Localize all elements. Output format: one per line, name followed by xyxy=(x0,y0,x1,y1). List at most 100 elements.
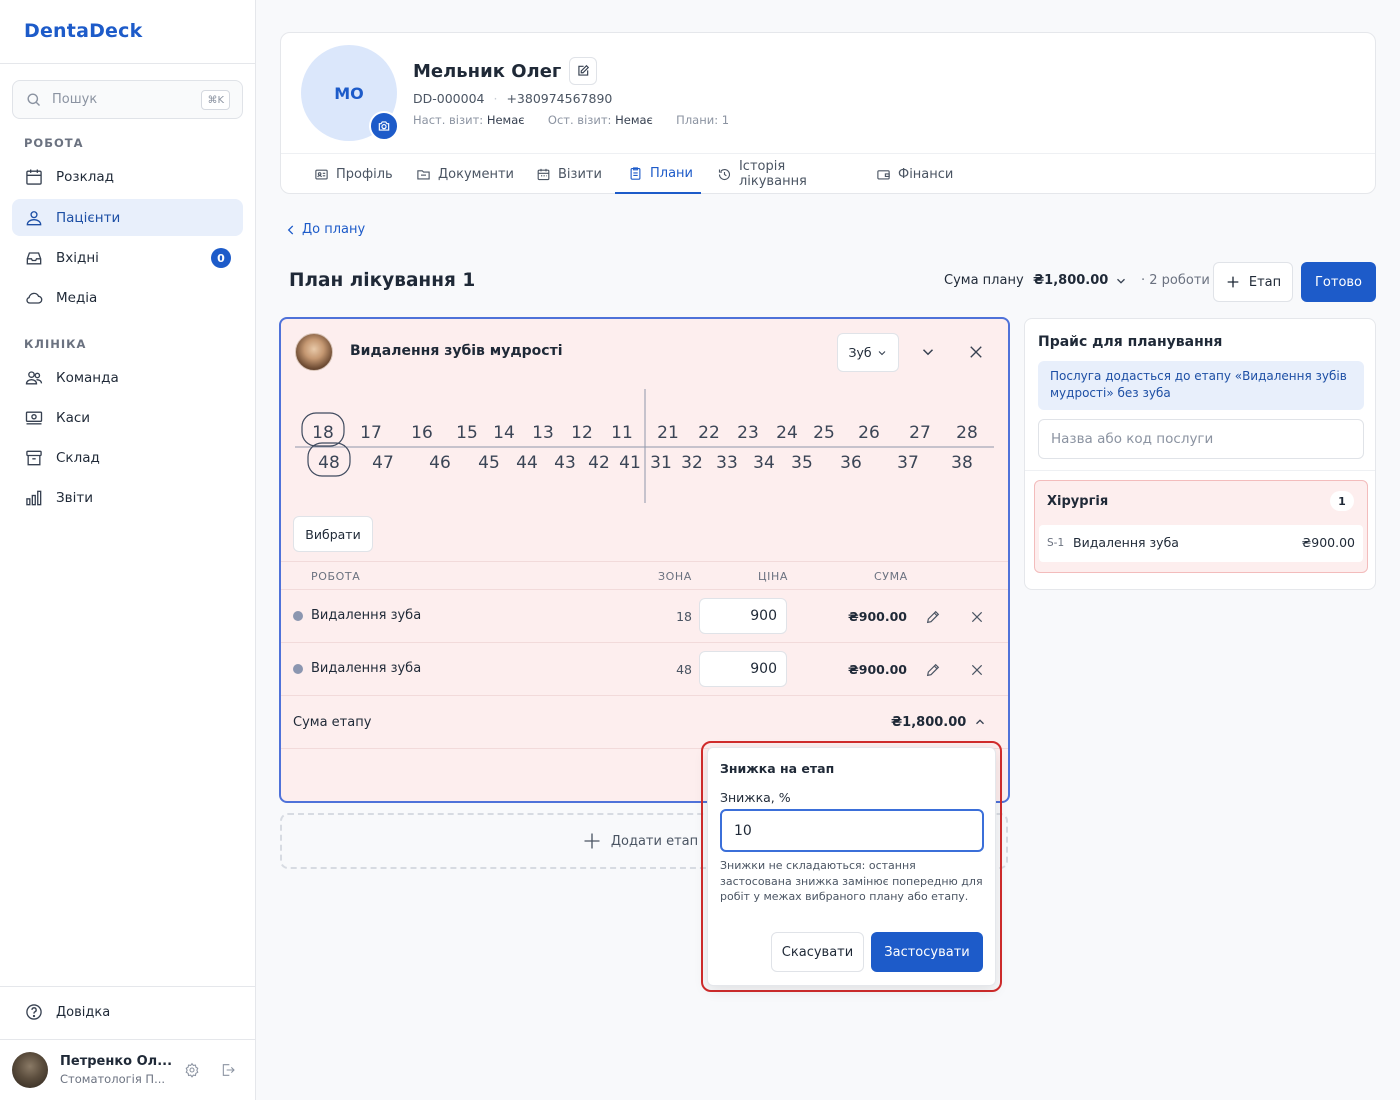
remove-row-close-icon[interactable] xyxy=(969,662,985,678)
tooth-32[interactable]: 32 xyxy=(681,453,703,473)
tooth-31[interactable]: 31 xyxy=(650,453,672,473)
tooth-13[interactable]: 13 xyxy=(532,423,554,443)
help-link[interactable]: Довідка xyxy=(24,1002,110,1022)
tooth-23[interactable]: 23 xyxy=(737,423,759,443)
sidebar-item-warehouse[interactable]: Склад xyxy=(12,439,243,476)
table-divider xyxy=(281,642,1008,643)
last-visit-label: Ост. візит: xyxy=(547,113,612,127)
row-zone: 18 xyxy=(676,609,692,624)
tooth-24[interactable]: 24 xyxy=(776,423,798,443)
profile-card-icon xyxy=(315,169,328,179)
plan-sum-dropdown[interactable]: ₴1,800.00 xyxy=(1033,273,1128,288)
row-price-input[interactable]: 900 xyxy=(699,598,787,634)
tooth-43[interactable]: 43 xyxy=(554,453,576,473)
tooth-35[interactable]: 35 xyxy=(791,453,813,473)
tooth-37[interactable]: 37 xyxy=(897,453,919,473)
folder-icon xyxy=(417,169,430,179)
discount-percent-input[interactable]: 10 xyxy=(720,809,984,852)
tab-treatment-history[interactable]: Історія лікування xyxy=(717,154,857,194)
plus-icon xyxy=(584,833,600,849)
sidebar-item-label: Команда xyxy=(56,369,119,386)
tab-profile[interactable]: Профіль xyxy=(314,154,394,194)
tooth-number: 26 xyxy=(858,423,880,443)
tooth-27[interactable]: 27 xyxy=(909,423,931,443)
done-button[interactable]: Готово xyxy=(1301,262,1376,302)
discount-popup: Знижка на етап Знижка, % 10 Знижки не ск… xyxy=(707,747,996,986)
clipboard-icon xyxy=(630,166,641,180)
tooth-12[interactable]: 12 xyxy=(571,423,593,443)
tooth-number: 12 xyxy=(571,423,593,443)
add-stage-label: Додати етап xyxy=(610,833,699,849)
service-item[interactable]: S-1 Видалення зуба ₴900.00 xyxy=(1039,525,1363,562)
row-work-name: Видалення зуба xyxy=(311,661,422,676)
tooth-number: 32 xyxy=(681,453,703,473)
add-stage-button[interactable]: Етап xyxy=(1213,262,1293,302)
logout-icon[interactable] xyxy=(220,1062,236,1078)
app-logo[interactable]: DentaDeck xyxy=(24,20,142,42)
sidebar-item-cash[interactable]: Каси xyxy=(12,399,243,436)
tab-visits[interactable]: Візити xyxy=(536,154,606,194)
tooth-number: 17 xyxy=(360,423,382,443)
patient-meta: Наст. візит: Немає Ост. візит: Немає Пла… xyxy=(413,113,729,127)
tooth-18[interactable]: 18 xyxy=(301,412,345,447)
edit-row-pencil-icon[interactable] xyxy=(925,662,941,678)
edit-patient-button[interactable] xyxy=(569,57,597,85)
tooth-15[interactable]: 15 xyxy=(456,423,478,443)
plan-sum-label: Сума плану xyxy=(944,273,1024,288)
apply-button[interactable]: Застосувати xyxy=(871,932,983,972)
sidebar-item-media[interactable]: Медіа xyxy=(12,279,243,316)
settings-gear-icon[interactable] xyxy=(184,1062,200,1078)
tooth-28[interactable]: 28 xyxy=(956,423,978,443)
sidebar-item-label: Звіти xyxy=(56,489,93,506)
tooth-41[interactable]: 41 xyxy=(619,453,641,473)
user-avatar[interactable] xyxy=(12,1052,48,1088)
wallet-icon xyxy=(877,169,890,179)
remove-row-close-icon[interactable] xyxy=(969,609,985,625)
tooth-17[interactable]: 17 xyxy=(360,423,382,443)
tooth-26[interactable]: 26 xyxy=(858,423,880,443)
edit-row-pencil-icon[interactable] xyxy=(925,609,941,625)
tooth-36[interactable]: 36 xyxy=(840,453,862,473)
tooth-46[interactable]: 46 xyxy=(429,453,451,473)
sidebar-item-team[interactable]: Команда xyxy=(12,359,243,396)
tooth-25[interactable]: 25 xyxy=(813,423,835,443)
tooth-21[interactable]: 21 xyxy=(657,423,679,443)
cash-icon xyxy=(25,411,43,424)
service-search-input[interactable]: Назва або код послуги xyxy=(1038,419,1364,459)
sidebar-item-reports[interactable]: Звіти xyxy=(12,479,243,516)
tooth-33[interactable]: 33 xyxy=(716,453,738,473)
sidebar-item-schedule[interactable]: Розклад xyxy=(12,158,243,195)
tooth-45[interactable]: 45 xyxy=(478,453,500,473)
change-photo-button[interactable] xyxy=(369,111,399,141)
tooth-16[interactable]: 16 xyxy=(411,423,433,443)
tooth-11[interactable]: 11 xyxy=(611,423,633,443)
tab-plans[interactable]: Плани xyxy=(615,154,701,194)
cancel-button[interactable]: Скасувати xyxy=(771,932,864,972)
row-price-input[interactable]: 900 xyxy=(699,651,787,687)
sidebar-item-inbox[interactable]: Вхідні 0 xyxy=(12,239,243,276)
category-surgery[interactable]: Хірургія 1 S-1 Видалення зуба ₴900.00 xyxy=(1034,480,1368,573)
patient-phone[interactable]: +380974567890 xyxy=(506,91,612,106)
tooth-44[interactable]: 44 xyxy=(516,453,538,473)
patients-icon xyxy=(26,210,42,225)
tooth-14[interactable]: 14 xyxy=(493,423,515,443)
search-input[interactable]: Пошук ⌘K xyxy=(12,80,243,119)
chevron-up-icon[interactable] xyxy=(973,715,987,729)
edit-icon xyxy=(578,64,590,76)
tooth-22[interactable]: 22 xyxy=(698,423,720,443)
row-work-name: Видалення зуба xyxy=(311,608,422,623)
tooth-47[interactable]: 47 xyxy=(372,453,394,473)
tooth-number: 41 xyxy=(619,453,641,473)
tooth-48[interactable]: 48 xyxy=(307,442,351,477)
back-to-plan-link[interactable]: До плану xyxy=(284,222,365,237)
tooth-34[interactable]: 34 xyxy=(753,453,775,473)
sidebar-item-patients[interactable]: Пацієнти xyxy=(12,199,243,236)
sidebar-divider xyxy=(0,1039,256,1040)
tab-label: Історія лікування xyxy=(738,159,807,189)
tab-documents[interactable]: Документи xyxy=(416,154,516,194)
tooth-38[interactable]: 38 xyxy=(951,453,973,473)
tab-finances[interactable]: Фінанси xyxy=(876,154,956,194)
select-teeth-button[interactable]: Вибрати xyxy=(293,516,373,552)
sidebar-item-label: Вхідні xyxy=(56,249,99,266)
tooth-42[interactable]: 42 xyxy=(588,453,610,473)
